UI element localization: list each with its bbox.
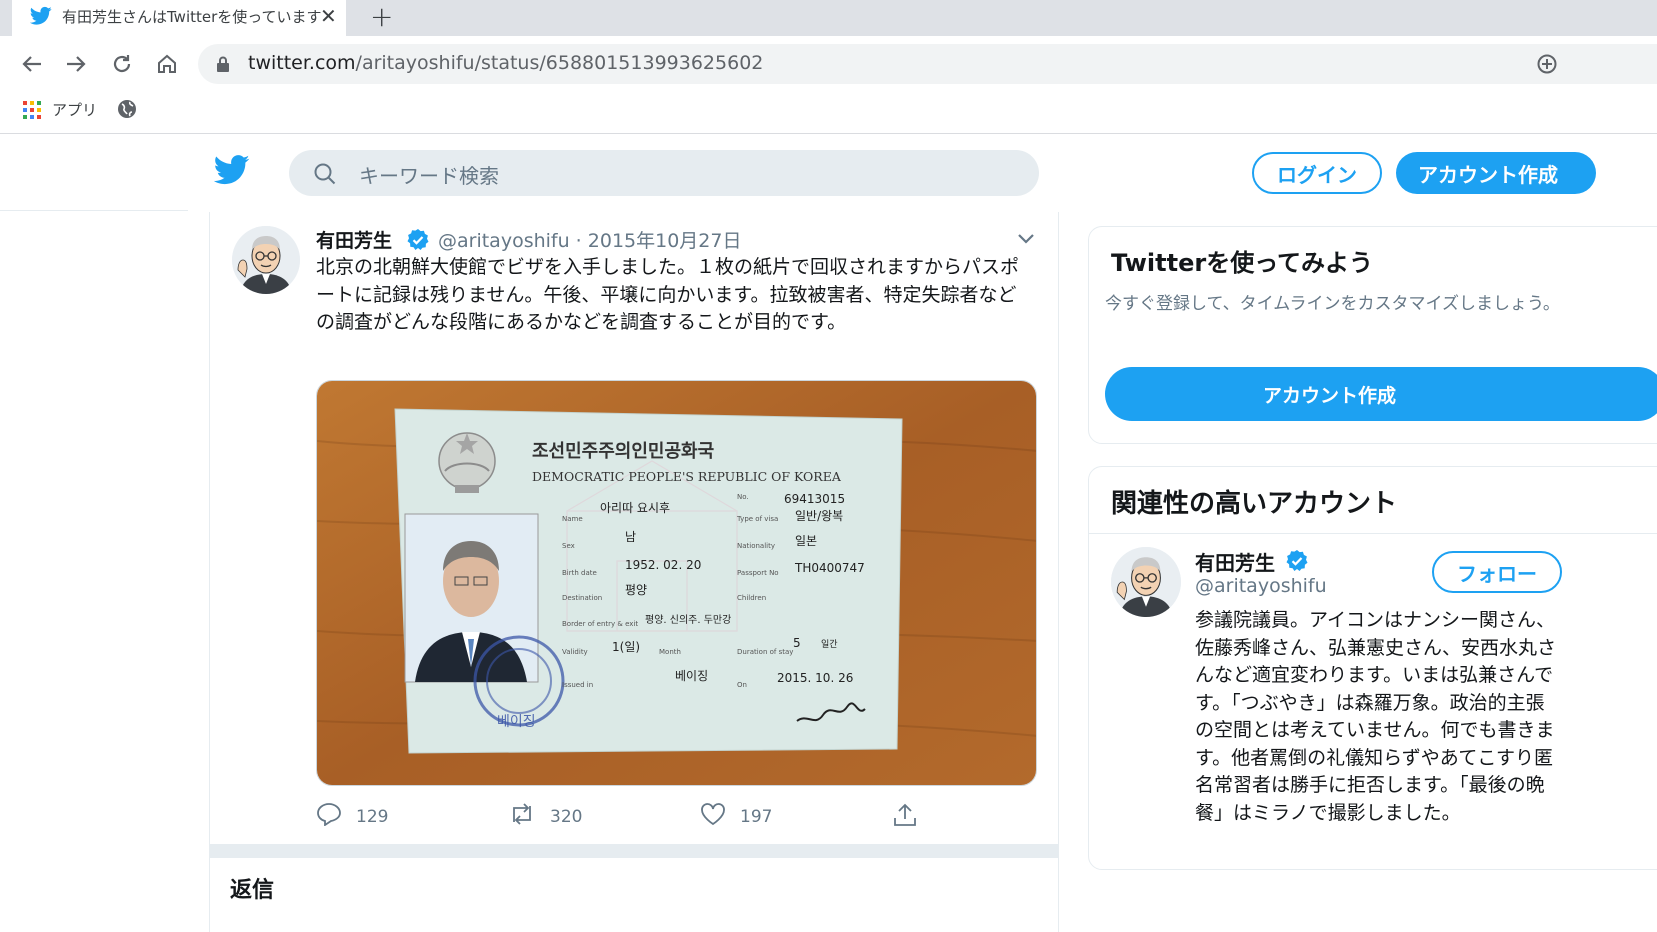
label-validity: Validity [562, 648, 588, 656]
visa-no: 69413015 [784, 492, 845, 506]
reply-button[interactable]: 129 [316, 802, 388, 831]
tweet-photo[interactable]: 조선민주주의인민공화국 DEMOCRATIC PEOPLE'S REPUBLIC… [316, 380, 1037, 786]
back-arrow-icon[interactable] [18, 50, 46, 78]
like-count: 197 [740, 806, 773, 827]
label-children: Children [737, 594, 766, 602]
label-nationality: Nationality [737, 542, 775, 550]
twitter-header: キーワード検索 ログイン アカウント作成 [0, 135, 1657, 211]
new-tab-button[interactable]: + [370, 0, 393, 33]
browser-tab[interactable]: 有田芳生さんはTwitterを使っています ✕ [12, 0, 346, 36]
visa-title-en: DEMOCRATIC PEOPLE'S REPUBLIC OF KOREA [532, 469, 842, 484]
reply-icon [316, 802, 342, 831]
visa-duration: 5 [793, 636, 801, 650]
verified-badge-icon [1285, 549, 1309, 577]
lock-icon[interactable] [216, 56, 230, 76]
visa-issued-in: 베이징 [675, 669, 708, 683]
share-icon [892, 802, 918, 833]
url-text[interactable]: twitter.com/aritayoshifu/status/65880151… [248, 52, 763, 74]
join-card-description: 今すぐ登録して、タイムラインをカスタマイズしましょう。 [1105, 294, 1560, 314]
label-type: Type of visa [736, 515, 778, 523]
signup-button[interactable]: アカウント作成 [1396, 152, 1596, 194]
label-sex: Sex [562, 542, 575, 550]
tab-close-icon[interactable]: ✕ [320, 4, 337, 28]
visa-border: 평양. 신의주. 두만강 [645, 614, 731, 626]
login-button[interactable]: ログイン [1252, 152, 1382, 194]
visa-title-kr: 조선민주주의인민공화국 [532, 441, 714, 462]
bookmarks-bar: アプリ [0, 92, 1657, 134]
retweet-icon [508, 802, 536, 831]
label-on: On [737, 681, 747, 689]
avatar[interactable] [1111, 547, 1181, 617]
chevron-down-icon[interactable] [1016, 230, 1036, 249]
tweet-text: 北京の北朝鮮大使館でビザを入手しました。１枚の紙片で回収されますからパスポートに… [316, 256, 1020, 333]
tweet-author-name[interactable]: 有田芳生 [316, 226, 392, 253]
visa-birth: 1952. 02. 20 [625, 558, 701, 572]
visa-nationality: 일본 [795, 534, 817, 548]
label-month: Month [659, 648, 681, 656]
twitter-favicon-icon [29, 6, 52, 26]
section-divider [210, 844, 1058, 858]
header-divider [0, 210, 188, 211]
follow-button[interactable]: フォロー [1432, 551, 1562, 593]
related-account-bio: 参議院議員。アイコンはナンシー関さん、佐藤秀峰さん、弘兼憲史さん、安西水丸さんな… [1195, 609, 1557, 824]
twitter-logo-icon[interactable] [213, 155, 250, 189]
visa-sex: 남 [625, 530, 636, 544]
visa-destination: 평양 [625, 583, 647, 597]
stamp-text: 베이징 [497, 714, 536, 730]
reply-count: 129 [356, 806, 389, 827]
visa-days: 일간 [821, 639, 838, 650]
retweet-button[interactable]: 320 [508, 802, 582, 831]
tweet[interactable]: 有田芳生 @aritayoshifu · 2015年10月27日 北京の北朝鮮大… [210, 212, 1058, 842]
visa-issued-on: 2015. 10. 26 [777, 671, 853, 685]
like-button[interactable]: 197 [700, 802, 772, 831]
create-account-button[interactable]: アカウント作成 [1105, 367, 1657, 421]
label-destination: Destination [562, 594, 602, 602]
main-column: 有田芳生 @aritayoshifu · 2015年10月27日 北京の北朝鮮大… [209, 212, 1059, 932]
home-icon[interactable] [153, 50, 181, 78]
label-birth: Birth date [562, 569, 597, 577]
globe-icon[interactable] [116, 98, 138, 124]
tweet-meta[interactable]: @aritayoshifu · 2015年10月27日 [438, 226, 741, 253]
forward-arrow-icon[interactable] [62, 50, 90, 78]
tab-title: 有田芳生さんはTwitterを使っています [62, 8, 322, 26]
browser-tab-bar: 有田芳生さんはTwitterを使っています ✕ + [0, 0, 1657, 36]
address-bar[interactable]: twitter.com/aritayoshifu/status/65880151… [198, 44, 1657, 84]
replies-heading: 返信 [230, 878, 275, 903]
search-box[interactable]: キーワード検索 [289, 150, 1039, 196]
visa-passport: TH0400747 [794, 561, 865, 575]
join-twitter-card: Twitterを使ってみよう 今すぐ登録して、タイムラインをカスタマイズしましょ… [1088, 226, 1657, 444]
label-passport: Passport No [737, 569, 779, 577]
related-account-handle[interactable]: @aritayoshifu [1195, 575, 1327, 597]
reload-icon[interactable] [108, 50, 136, 78]
visa-type: 일반/왕복 [795, 509, 843, 523]
verified-badge-icon [406, 228, 430, 256]
zoom-icon[interactable] [1536, 53, 1558, 79]
share-button[interactable] [892, 802, 918, 833]
retweet-count: 320 [550, 806, 583, 827]
apps-grid-icon[interactable] [22, 100, 42, 124]
label-duration: Duration of stay [737, 648, 793, 656]
related-accounts-card: 関連性の高いアカウント 有田芳生 @aritayoshifu フォロー 参議院議… [1088, 466, 1657, 870]
label-no: No. [737, 493, 749, 501]
visa-validity: 1(일) [612, 640, 640, 654]
browser-nav-bar: twitter.com/aritayoshifu/status/65880151… [0, 36, 1657, 92]
label-issued-in: Issued in [562, 681, 593, 689]
search-icon [313, 162, 337, 190]
heart-icon [700, 802, 726, 831]
related-card-title: 関連性の高いアカウント [1111, 489, 1398, 519]
join-card-title: Twitterを使ってみよう [1111, 249, 1373, 277]
label-name: Name [562, 515, 583, 523]
label-border: Border of entry & exit [562, 620, 638, 628]
related-account-name[interactable]: 有田芳生 [1195, 547, 1275, 576]
bookmark-apps[interactable]: アプリ [52, 99, 97, 120]
visa-name: 아리따 요시후 [600, 501, 670, 515]
search-placeholder: キーワード検索 [359, 164, 499, 188]
card-divider [1089, 533, 1657, 534]
avatar[interactable] [232, 226, 300, 294]
